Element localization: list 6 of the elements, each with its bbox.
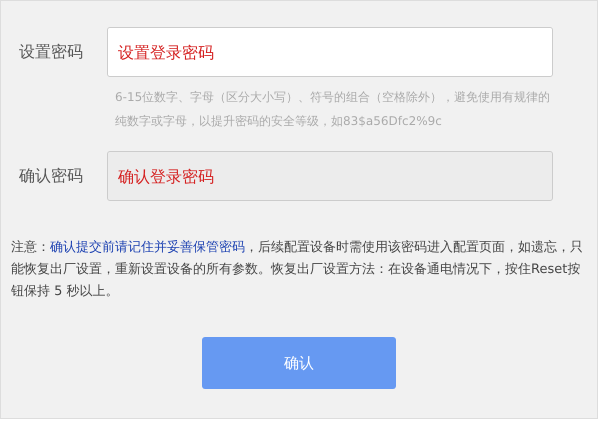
field-label: 确认密码: [18, 165, 84, 187]
password-field[interactable]: 设置登录密码: [107, 27, 553, 77]
hint-text: 6-15位数字、字母（区分大小写）、符号的组合（空格除外），避免使用有规律的纯数字或字母，以提升密码的安全等级，如83$a56Dfc2%9c: [115, 89, 552, 130]
note-text: 注意：确认提交前请记住并妥善保管密码，后续配置设备时需使用该密码进入配置页面，如遗忘，只能恢复出厂设置，重新设置设备的所有参数。恢复出厂设置方法：在设备通电情况下，按住Reset按钮保持 5 秒以上。: [11, 239, 584, 301]
field-label: 设置密码: [18, 41, 84, 63]
confirm-button[interactable]: 确认: [202, 337, 396, 389]
